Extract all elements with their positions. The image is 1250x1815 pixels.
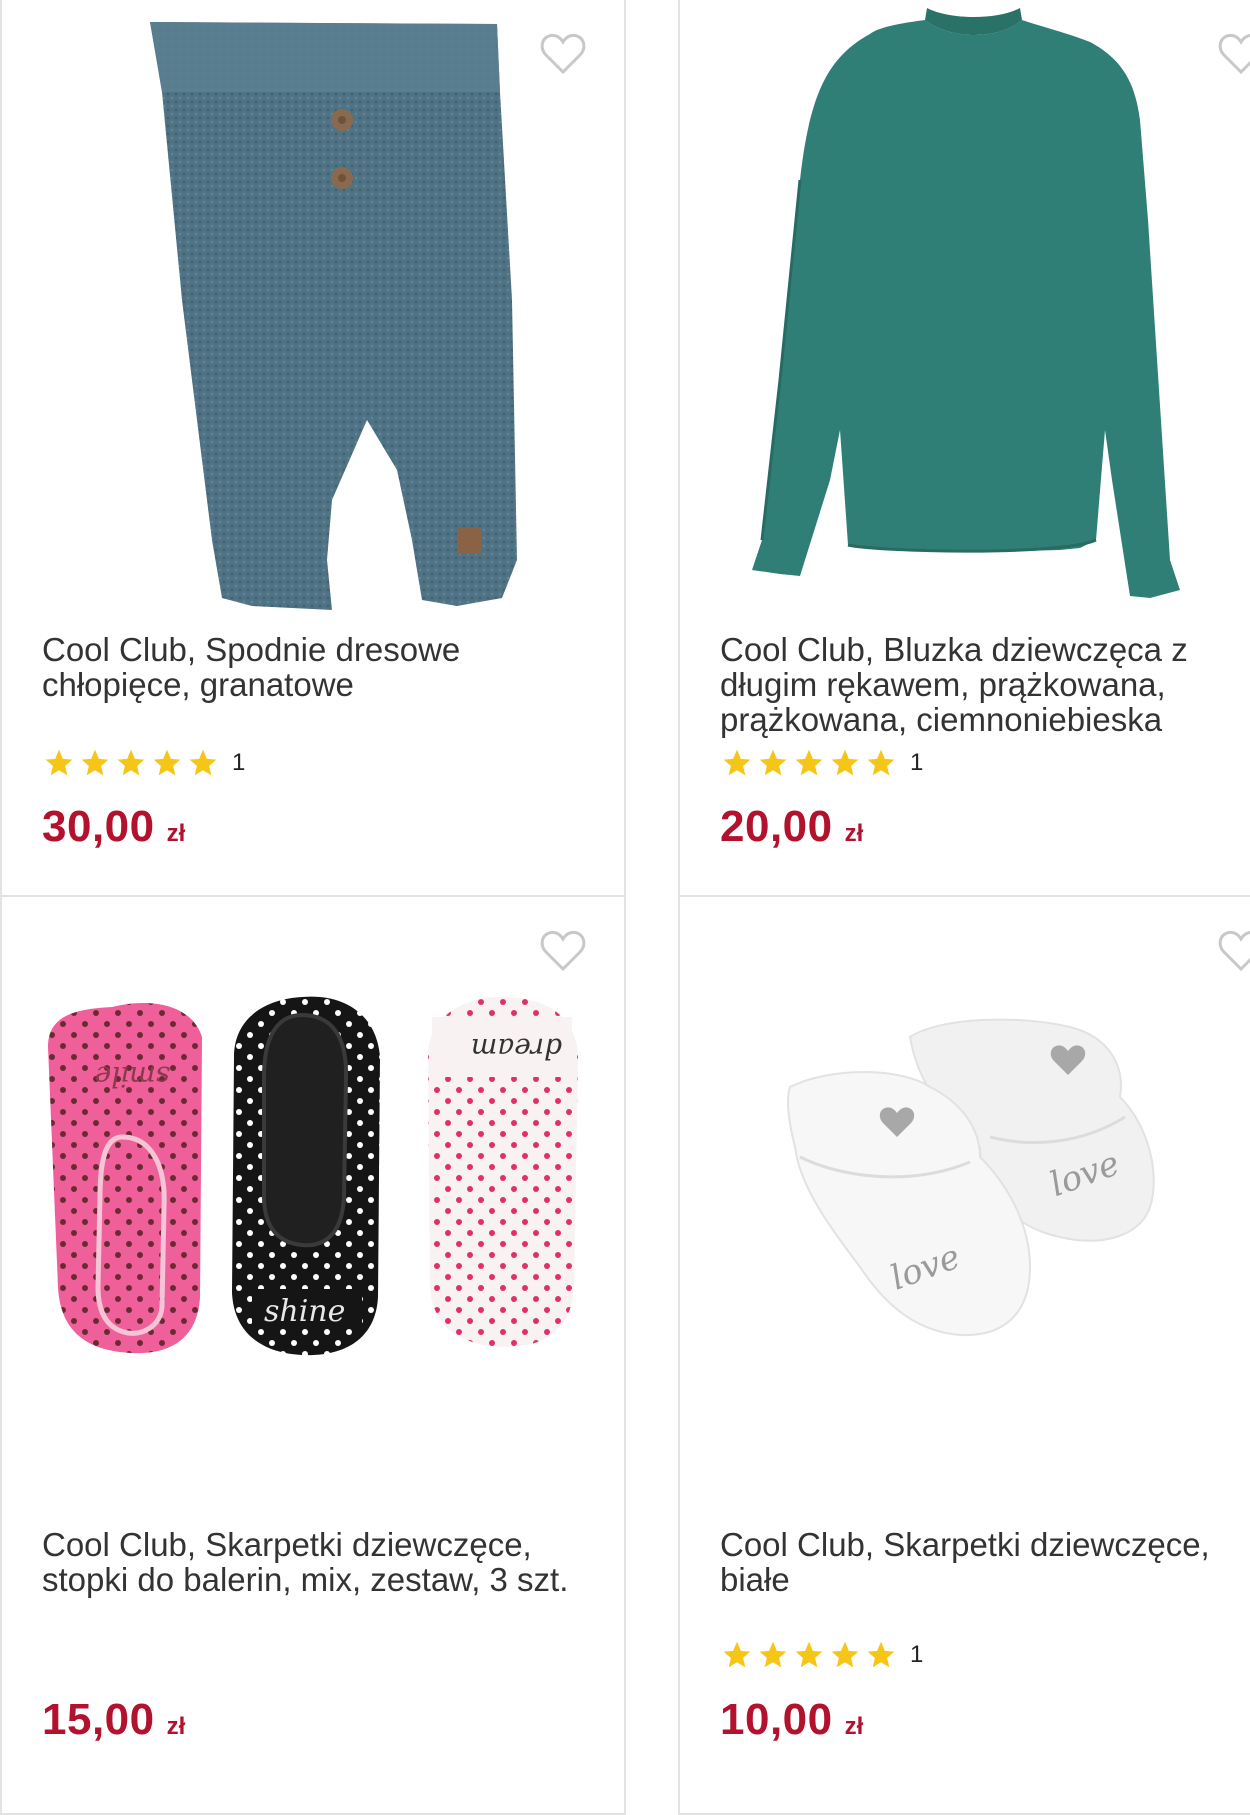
heart-outline-icon[interactable] xyxy=(1217,927,1250,973)
rating-count: 1 xyxy=(910,1641,924,1668)
product-price: 30,00 zł xyxy=(42,802,185,852)
product-price: 20,00 zł xyxy=(720,802,863,852)
product-card[interactable]: smile shine dream Cool Club, Skarpetki d… xyxy=(0,895,626,1815)
title-line: prążkowana, ciemnoniebieska xyxy=(720,701,1163,738)
star-icon xyxy=(117,749,145,776)
star-icon xyxy=(759,1641,787,1668)
product-price: 10,00 zł xyxy=(720,1695,863,1745)
title-line: Cool Club, Spodnie dresowe xyxy=(42,631,461,668)
product-title[interactable]: Cool Club, Skarpetki dziewczęce, stopki … xyxy=(42,1527,597,1597)
rating-count: 1 xyxy=(232,749,246,776)
star-icon xyxy=(81,749,109,776)
heart-outline-icon[interactable] xyxy=(1217,30,1250,76)
title-line: stopki do balerin, mix, zestaw, 3 szt. xyxy=(42,1561,569,1598)
title-line: Cool Club, Bluzka dziewczęca z xyxy=(720,631,1188,668)
product-card[interactable]: Cool Club, Spodnie dresowe chłopięce, gr… xyxy=(0,0,626,897)
product-image[interactable]: love love xyxy=(680,897,1250,1517)
product-card[interactable]: Cool Club, Bluzka dziewczęca z długim rę… xyxy=(678,0,1250,897)
star-icon xyxy=(723,1641,751,1668)
title-line: białe xyxy=(720,1561,790,1598)
heart-outline-icon[interactable] xyxy=(539,30,587,76)
product-title[interactable]: Cool Club, Spodnie dresowe chłopięce, gr… xyxy=(42,632,597,702)
product-title[interactable]: Cool Club, Bluzka dziewczęca z długim rę… xyxy=(720,632,1250,737)
star-icon xyxy=(189,749,217,776)
price-amount: 20,00 xyxy=(720,802,833,851)
title-line: chłopięce, granatowe xyxy=(42,666,354,703)
product-rating: 1 xyxy=(720,1639,923,1671)
product-image[interactable]: smile shine dream xyxy=(2,897,624,1517)
price-currency: zł xyxy=(844,820,864,847)
star-icon xyxy=(831,1641,859,1668)
star-icon xyxy=(153,749,181,776)
product-card[interactable]: love love Cool Club, Skarpetki dziewczęc… xyxy=(678,895,1250,1815)
price-currency: zł xyxy=(844,1713,864,1740)
title-line: Cool Club, Skarpetki dziewczęce, xyxy=(720,1526,1210,1563)
price-currency: zł xyxy=(166,1713,186,1740)
product-title[interactable]: Cool Club, Skarpetki dziewczęce, białe xyxy=(720,1527,1250,1597)
heart-outline-icon[interactable] xyxy=(539,927,587,973)
star-icon xyxy=(867,1641,895,1668)
star-icon xyxy=(831,749,859,776)
sock-text: shine xyxy=(264,1294,345,1329)
product-price: 15,00 zł xyxy=(42,1695,185,1745)
title-line: długim rękawem, prążkowana, xyxy=(720,666,1166,703)
product-image[interactable] xyxy=(2,0,624,620)
price-amount: 30,00 xyxy=(42,802,155,851)
product-image[interactable] xyxy=(680,0,1250,620)
price-amount: 15,00 xyxy=(42,1695,155,1744)
price-currency: zł xyxy=(166,820,186,847)
star-icon xyxy=(867,749,895,776)
star-icon xyxy=(45,749,73,776)
price-amount: 10,00 xyxy=(720,1695,833,1744)
star-icon xyxy=(795,749,823,776)
product-rating: 1 xyxy=(720,747,923,779)
star-icon xyxy=(723,749,751,776)
sock-text: dream xyxy=(471,1032,562,1065)
product-rating: 1 xyxy=(42,747,245,779)
sock-text: smile xyxy=(95,1060,170,1093)
star-icon xyxy=(759,749,787,776)
star-icon xyxy=(795,1641,823,1668)
title-line: Cool Club, Skarpetki dziewczęce, xyxy=(42,1526,532,1563)
rating-count: 1 xyxy=(910,749,924,776)
